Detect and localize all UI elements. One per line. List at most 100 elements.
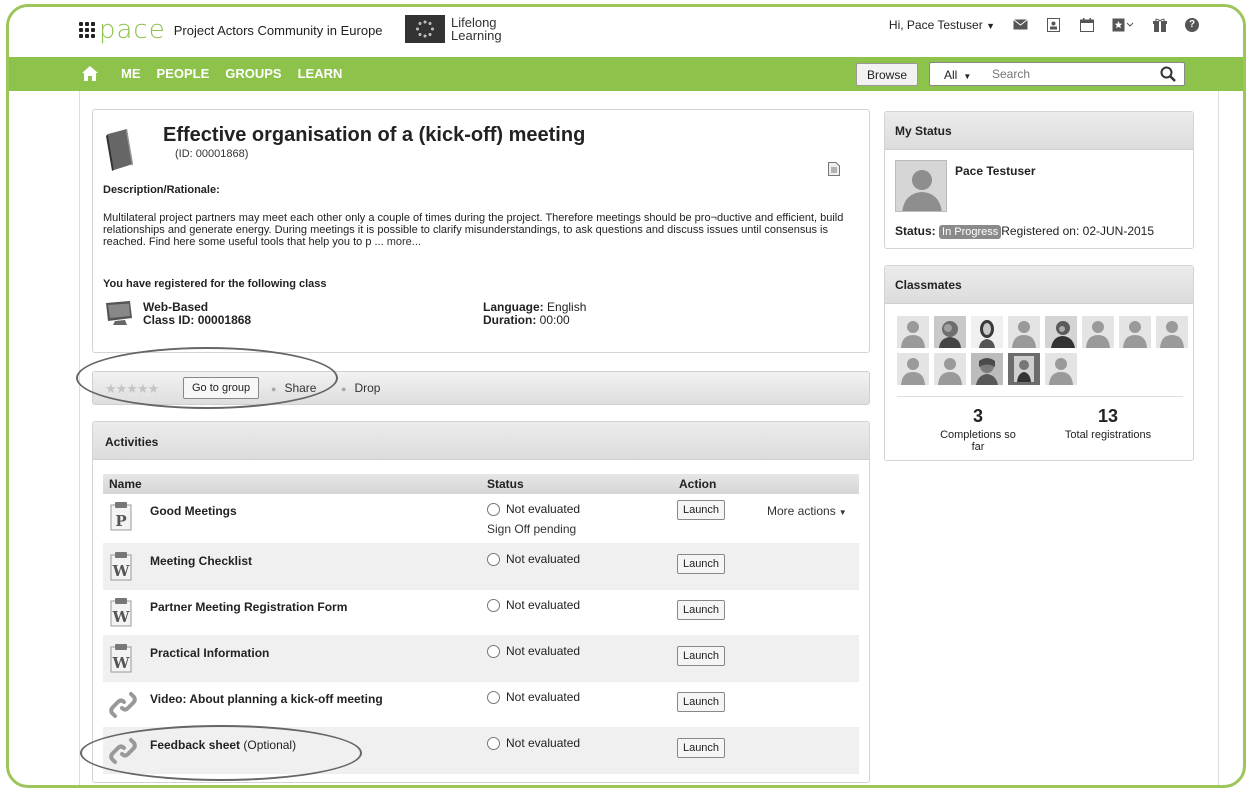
table-row: P Good Meetings Not evaluated Sign Off p… bbox=[103, 494, 859, 544]
calendar-icon[interactable] bbox=[1079, 17, 1094, 32]
nav-people[interactable]: PEOPLE bbox=[157, 66, 210, 81]
lifelong-line2: Learning bbox=[451, 28, 502, 43]
activity-status: Not evaluated bbox=[487, 502, 580, 516]
status-text: Not evaluated bbox=[506, 690, 581, 704]
description-heading: Description/Rationale: bbox=[103, 184, 220, 196]
completions-count: 3 bbox=[972, 406, 983, 426]
status-text: Not evaluated bbox=[506, 502, 581, 516]
classmate-avatar[interactable] bbox=[1119, 316, 1151, 348]
activity-name[interactable]: Practical Information bbox=[150, 646, 269, 660]
link-icon bbox=[109, 736, 137, 766]
status-radio-icon bbox=[487, 644, 500, 658]
course-title: Effective organisation of a (kick-off) m… bbox=[163, 124, 586, 146]
column-action: Action bbox=[679, 477, 717, 491]
classmate-avatar[interactable] bbox=[934, 316, 966, 348]
classmate-avatar[interactable] bbox=[897, 316, 929, 348]
user-area: Hi, Pace Testuser ▼ ? bbox=[889, 17, 1199, 32]
status-radio-icon bbox=[487, 552, 500, 566]
registered-on: Registered on: 02-JUN-2015 bbox=[1001, 224, 1155, 238]
status-radio-icon bbox=[487, 690, 500, 704]
chevron-down-icon: ▼ bbox=[986, 20, 995, 31]
launch-button[interactable]: Launch bbox=[677, 692, 725, 712]
classmate-avatar[interactable] bbox=[1082, 316, 1114, 348]
status-text: Not evaluated bbox=[506, 736, 581, 750]
search-icon[interactable] bbox=[1160, 66, 1176, 82]
course-description: Multilateral project partners may meet e… bbox=[103, 212, 863, 248]
drop-label: Drop bbox=[354, 381, 381, 395]
launch-button[interactable]: Launch bbox=[677, 554, 725, 574]
mail-icon[interactable] bbox=[1013, 17, 1028, 32]
svg-text:P: P bbox=[115, 512, 126, 530]
help-icon[interactable]: ? bbox=[1185, 17, 1199, 32]
classmate-avatar[interactable] bbox=[971, 353, 1003, 385]
activities-table: Name Status Action P Good Meetings Not e… bbox=[103, 474, 859, 774]
svg-text:W: W bbox=[112, 608, 131, 626]
search-scope-select[interactable]: All ▼ bbox=[944, 68, 971, 82]
activity-name[interactable]: Video: About planning a kick-off meeting bbox=[150, 692, 383, 706]
activity-name[interactable]: Good Meetings bbox=[150, 504, 237, 518]
launch-button[interactable]: Launch bbox=[677, 600, 725, 620]
document-icon[interactable] bbox=[828, 162, 840, 176]
bookmark-icon[interactable] bbox=[1112, 17, 1134, 32]
launch-button[interactable]: Launch bbox=[677, 646, 725, 666]
classmate-avatar[interactable] bbox=[934, 353, 966, 385]
activity-status: Not evaluated bbox=[487, 690, 580, 704]
nav-groups[interactable]: GROUPS bbox=[225, 66, 281, 81]
more-link[interactable]: more... bbox=[387, 236, 421, 248]
contact-card-icon[interactable] bbox=[1046, 17, 1061, 32]
user-menu[interactable]: Hi, Pace Testuser ▼ bbox=[889, 18, 995, 32]
gift-icon[interactable] bbox=[1152, 17, 1167, 32]
home-icon[interactable] bbox=[81, 65, 99, 82]
classmate-avatar[interactable] bbox=[971, 316, 1003, 348]
search-input[interactable] bbox=[992, 65, 1152, 83]
table-row: W Meeting Checklist Not evaluated Launch bbox=[103, 544, 859, 590]
duration-value: 00:00 bbox=[539, 313, 570, 327]
table-row: W Partner Meeting Registration Form Not … bbox=[103, 590, 859, 636]
classmate-avatar[interactable] bbox=[1008, 316, 1040, 348]
drop-link[interactable]: ● Drop bbox=[341, 381, 380, 395]
avatar[interactable] bbox=[895, 160, 947, 212]
activity-name[interactable]: Feedback sheet (Optional) bbox=[150, 738, 296, 752]
status-badge: In Progress bbox=[939, 225, 1002, 239]
language-label: Language: bbox=[483, 300, 544, 314]
class-id-label: Class ID: bbox=[143, 313, 195, 327]
share-link[interactable]: ● Share bbox=[271, 381, 316, 395]
go-to-group-button[interactable]: Go to group bbox=[183, 377, 260, 399]
link-icon bbox=[109, 690, 137, 720]
classmate-avatar[interactable] bbox=[1045, 353, 1077, 385]
status-radio-icon bbox=[487, 502, 500, 516]
launch-button[interactable]: Launch bbox=[677, 738, 725, 758]
word-file-icon: W bbox=[109, 644, 133, 674]
activity-name[interactable]: Meeting Checklist bbox=[150, 554, 252, 568]
activity-status: Not evaluated bbox=[487, 644, 580, 658]
class-id-value: 00001868 bbox=[197, 313, 252, 327]
activities-panel: Activities Name Status Action P Good Mee… bbox=[92, 421, 870, 783]
launch-button[interactable]: Launch bbox=[677, 500, 725, 520]
my-status-header: My Status bbox=[885, 112, 1193, 150]
chevron-down-icon: ▼ bbox=[963, 72, 972, 81]
browse-button[interactable]: Browse bbox=[856, 63, 918, 86]
classmate-avatar[interactable] bbox=[897, 353, 929, 385]
more-actions-label: More actions bbox=[767, 504, 836, 518]
bullet-icon: ● bbox=[271, 384, 277, 394]
classmate-avatar[interactable] bbox=[1045, 316, 1077, 348]
user-name: Pace Testuser bbox=[955, 164, 1036, 178]
more-actions-dropdown[interactable]: More actions ▼ bbox=[767, 504, 847, 518]
word-file-icon: W bbox=[109, 598, 133, 628]
language-value: English bbox=[547, 300, 587, 314]
nav-learn[interactable]: LEARN bbox=[298, 66, 343, 81]
activity-name[interactable]: Partner Meeting Registration Form bbox=[150, 600, 347, 614]
classmate-avatar[interactable] bbox=[1008, 353, 1040, 385]
rating-stars[interactable]: ★★★★★ bbox=[105, 381, 159, 397]
classmates-divider bbox=[897, 396, 1183, 397]
table-row: Video: About planning a kick-off meeting… bbox=[103, 682, 859, 728]
classmate-avatar[interactable] bbox=[1156, 316, 1188, 348]
status-line: Status: In Progress Registered on: 02-JUN… bbox=[895, 224, 1155, 239]
logo-dots-icon bbox=[79, 22, 95, 38]
eu-flag-icon bbox=[405, 15, 445, 43]
nav-me[interactable]: ME bbox=[121, 66, 141, 81]
pace-logo[interactable]: pace Project Actors Community in Europe bbox=[79, 17, 383, 43]
class-type: Web-Based bbox=[143, 300, 209, 314]
powerpoint-file-icon: P bbox=[109, 502, 133, 532]
registrations-count: 13 bbox=[1097, 406, 1119, 426]
